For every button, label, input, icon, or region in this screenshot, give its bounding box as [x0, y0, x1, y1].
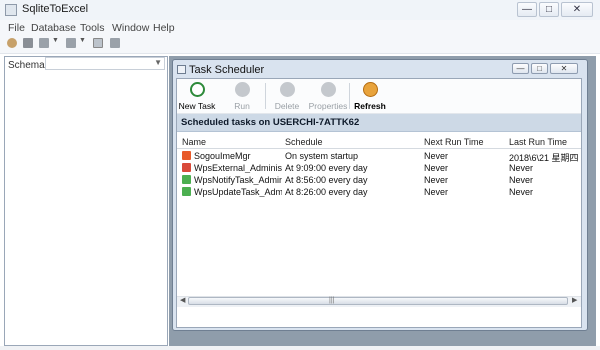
new-task-label: New Task — [178, 101, 216, 111]
table-icon[interactable] — [66, 38, 76, 48]
scrollbar-grip-icon: ||| — [329, 297, 335, 304]
menu-database[interactable]: Database — [31, 22, 76, 34]
wps-update-icon — [182, 175, 191, 184]
task-name: WpsExternal_Administ... — [194, 163, 282, 173]
maximize-button[interactable]: □ — [539, 2, 559, 17]
open-icon[interactable] — [39, 38, 49, 48]
menu-help[interactable]: Help — [153, 22, 175, 34]
close-button[interactable]: ✕ — [561, 2, 593, 17]
child-window-title: Task Scheduler — [189, 64, 265, 76]
window-title: SqliteToExcel — [22, 3, 89, 15]
dropdown-arrow-icon[interactable]: ▼ — [79, 37, 86, 44]
dropdown-arrow-icon[interactable]: ▼ — [52, 37, 59, 44]
properties-icon — [321, 82, 336, 97]
task-toolbar: New Task Run Delete Properties Refresh — [177, 79, 581, 114]
refresh-icon — [363, 82, 378, 97]
toolbar-separator — [265, 83, 266, 109]
document-icon[interactable] — [23, 38, 33, 48]
column-header-last-run[interactable]: Last Run Time — [509, 137, 567, 147]
schema-dropdown[interactable]: ▼ — [45, 57, 165, 70]
task-next-run: Never — [424, 187, 449, 197]
wps-icon — [182, 163, 191, 172]
properties-label: Properties — [308, 101, 348, 111]
title-bar — [0, 0, 600, 21]
properties-button[interactable]: Properties — [306, 79, 350, 113]
task-schedule: At 8:26:00 every day — [285, 187, 368, 197]
task-name: SogouImeMgr — [194, 151, 251, 161]
refresh-button[interactable]: Refresh — [350, 79, 390, 113]
sogou-icon — [182, 151, 191, 160]
child-close-button[interactable]: ✕ — [550, 63, 578, 74]
app-icon — [5, 4, 17, 16]
menu-bar: File Database Tools Window Help — [0, 20, 600, 35]
task-scheduler-icon — [177, 65, 186, 74]
menu-tools[interactable]: Tools — [80, 22, 105, 34]
minimize-button[interactable]: — — [517, 2, 537, 17]
scrollbar-thumb[interactable] — [188, 297, 568, 305]
child-maximize-button[interactable]: □ — [531, 63, 548, 74]
new-task-button[interactable]: New Task — [177, 79, 217, 113]
new-task-icon — [190, 82, 205, 97]
delete-label: Delete — [274, 101, 300, 111]
task-last-run: Never — [509, 175, 534, 185]
scheduled-tasks-title: Scheduled tasks on USERCHI-7ATTK62 — [181, 117, 360, 128]
menu-window[interactable]: Window — [112, 22, 149, 34]
grid-icon[interactable] — [110, 38, 120, 48]
main-toolbar: ▼ ▼ — [0, 35, 600, 54]
image-icon[interactable] — [93, 38, 103, 48]
run-icon — [235, 82, 250, 97]
refresh-label: Refresh — [354, 101, 386, 111]
task-next-run: Never — [424, 151, 449, 161]
task-schedule: At 8:56:00 every day — [285, 175, 368, 185]
wps-update-icon — [182, 187, 191, 196]
task-last-run: Never — [509, 187, 534, 197]
schema-label: Schema — [8, 60, 45, 71]
scroll-right-icon[interactable]: ▶ — [572, 296, 577, 304]
task-last-run: Never — [509, 163, 534, 173]
task-schedule: On system startup — [285, 151, 359, 161]
status-bar — [0, 346, 600, 350]
column-header-next-run[interactable]: Next Run Time — [424, 137, 484, 147]
schema-pane — [4, 56, 168, 346]
chevron-down-icon[interactable]: ▼ — [154, 58, 162, 67]
run-label: Run — [234, 101, 250, 111]
delete-icon — [280, 82, 295, 97]
scroll-left-icon[interactable]: ◀ — [180, 296, 185, 304]
delete-button[interactable]: Delete — [267, 79, 307, 113]
run-button[interactable]: Run — [222, 79, 262, 113]
task-name: WpsUpdateTask_Admi... — [194, 187, 282, 197]
menu-file[interactable]: File — [8, 22, 25, 34]
task-schedule: At 9:09:00 every day — [285, 163, 368, 173]
task-name: WpsNotifyTask_Admini... — [194, 175, 282, 185]
task-next-run: Never — [424, 175, 449, 185]
task-next-run: Never — [424, 163, 449, 173]
column-header-schedule[interactable]: Schedule — [285, 137, 323, 147]
child-minimize-button[interactable]: — — [512, 63, 529, 74]
connect-icon[interactable] — [7, 38, 17, 48]
column-header-name[interactable]: Name — [182, 137, 206, 147]
